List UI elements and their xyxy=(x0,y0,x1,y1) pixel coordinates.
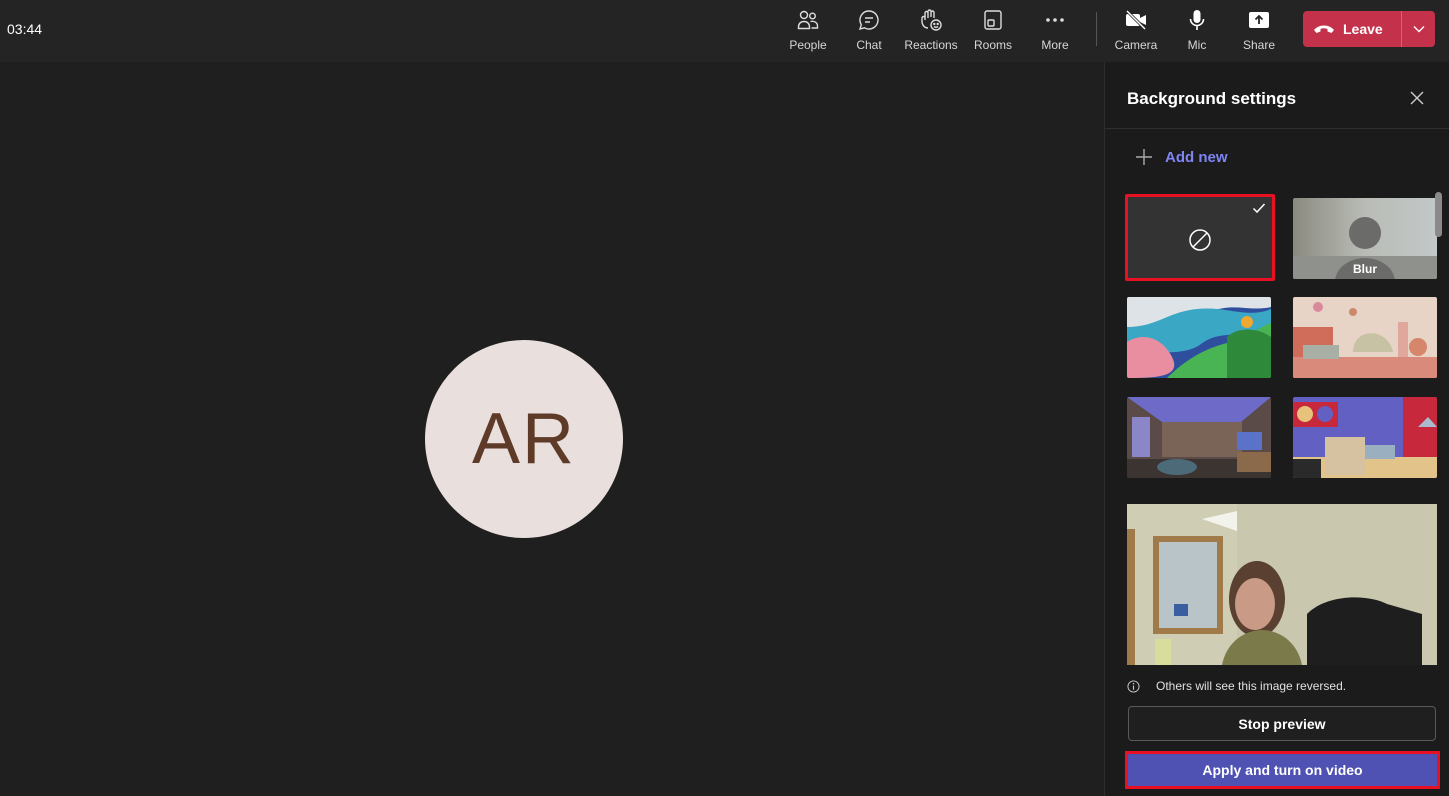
people-button[interactable]: People xyxy=(778,8,838,56)
mic-button[interactable]: Mic xyxy=(1167,8,1227,56)
purple-shelf-image xyxy=(1293,397,1437,478)
close-panel-button[interactable] xyxy=(1407,88,1427,108)
mic-icon xyxy=(1189,10,1205,30)
rooms-icon xyxy=(984,10,1002,30)
more-button[interactable]: More xyxy=(1025,8,1085,56)
meeting-toolbar: 03:44 People Chat Reactions Rooms More C… xyxy=(0,0,1449,62)
leave-button[interactable]: Leave xyxy=(1303,11,1401,47)
background-settings-panel: Background settings Add new Blur Others … xyxy=(1104,62,1449,796)
share-icon xyxy=(1249,12,1269,28)
participant-avatar: AR xyxy=(425,340,623,538)
no-background-icon xyxy=(1189,229,1211,251)
abstract-waves-image xyxy=(1127,297,1271,378)
leave-options-dropdown[interactable] xyxy=(1402,11,1435,47)
panel-title: Background settings xyxy=(1127,89,1297,108)
reactions-button[interactable]: Reactions xyxy=(901,8,961,56)
camera-preview xyxy=(1127,504,1437,665)
avatar-initials: AR xyxy=(471,399,577,479)
chat-button[interactable]: Chat xyxy=(839,8,899,56)
living-room-image xyxy=(1127,397,1271,478)
rooms-button[interactable]: Rooms xyxy=(963,8,1023,56)
meeting-timer: 03:44 xyxy=(7,21,43,37)
plus-icon xyxy=(1136,149,1152,165)
background-option-dessert-scene[interactable] xyxy=(1293,297,1437,378)
backgrounds-scrollbar[interactable] xyxy=(1435,192,1442,237)
toolbar-divider xyxy=(1096,12,1097,46)
background-option-abstract-waves[interactable] xyxy=(1127,297,1271,378)
chevron-down-icon xyxy=(1413,26,1424,33)
stop-preview-button[interactable]: Stop preview xyxy=(1128,706,1436,741)
reactions-icon xyxy=(921,9,942,31)
camera-off-icon xyxy=(1125,9,1147,31)
camera-button[interactable]: Camera xyxy=(1106,8,1166,56)
meeting-stage: AR xyxy=(0,62,1104,796)
info-icon xyxy=(1127,679,1140,693)
background-option-purple-shelf[interactable] xyxy=(1293,397,1437,478)
background-option-living-room[interactable] xyxy=(1127,397,1271,478)
info-message: Others will see this image reversed. xyxy=(1127,679,1346,693)
camera-preview-image xyxy=(1127,504,1437,665)
people-icon xyxy=(797,10,819,30)
checkmark-icon xyxy=(1252,203,1266,214)
share-button[interactable]: Share xyxy=(1229,8,1289,56)
close-icon xyxy=(1410,91,1424,105)
leave-button-group: Leave xyxy=(1303,11,1435,47)
blur-label: Blur xyxy=(1353,262,1377,276)
panel-header: Background settings xyxy=(1105,62,1449,129)
dessert-scene-image xyxy=(1293,297,1437,378)
more-icon xyxy=(1046,18,1064,22)
background-option-blur[interactable]: Blur xyxy=(1293,198,1437,279)
hang-up-icon xyxy=(1314,25,1334,33)
apply-and-turn-on-video-button[interactable]: Apply and turn on video xyxy=(1125,751,1440,789)
background-option-none[interactable] xyxy=(1125,194,1275,281)
chat-icon xyxy=(858,10,879,31)
add-new-background-button[interactable]: Add new xyxy=(1135,148,1228,166)
